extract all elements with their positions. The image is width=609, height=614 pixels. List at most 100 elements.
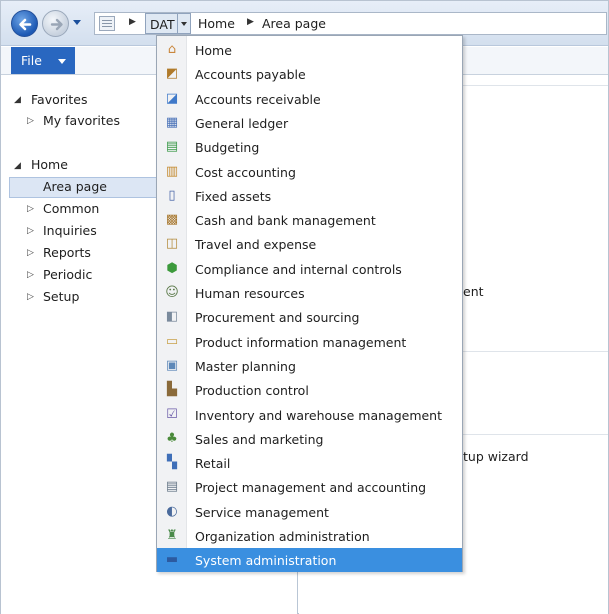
menu-item-home[interactable]: ⌂ Home: [157, 38, 462, 62]
menu-item-master-planning[interactable]: ▣ Master planning: [157, 354, 462, 378]
menu-item-label: Home: [195, 43, 232, 58]
company-dropdown-button[interactable]: [177, 13, 191, 34]
menu-item-travel-and-expense[interactable]: ◫ Travel and expense: [157, 232, 462, 256]
expand-icon[interactable]: ▷: [27, 226, 34, 236]
expand-icon[interactable]: ▷: [27, 248, 34, 258]
application-window: ▶ DAT Home ▶ Area page File ◢ Favorites …: [0, 0, 609, 614]
chevron-right-icon: ▶: [129, 17, 136, 27]
menu-item-label: Cash and bank management: [195, 213, 376, 229]
tree-common[interactable]: Common: [43, 201, 99, 216]
tree-periodic[interactable]: Periodic: [43, 267, 92, 282]
expand-icon[interactable]: ▷: [27, 116, 34, 126]
back-button[interactable]: [11, 10, 38, 37]
menu-item-accounts-receivable[interactable]: ◪ Accounts receivable: [157, 87, 462, 111]
menu-item-label: Retail: [195, 456, 231, 472]
payable-icon: ◩: [165, 66, 179, 82]
tree-area-page[interactable]: Area page: [43, 179, 107, 194]
menu-item-compliance-and-internal-controls[interactable]: ⬢ Compliance and internal controls: [157, 257, 462, 281]
menu-item-label: Human resources: [195, 286, 305, 301]
menu-item-service-management[interactable]: ◐ Service management: [157, 500, 462, 524]
collapse-icon[interactable]: ◢: [14, 161, 21, 171]
menu-item-label: Budgeting: [195, 140, 260, 156]
procurement-icon: ◧: [165, 309, 179, 325]
menu-item-label: System administration: [195, 553, 337, 569]
arrow-right-icon: [50, 18, 63, 31]
forward-button[interactable]: [42, 10, 69, 37]
menu-item-label: Organization administration: [195, 529, 370, 544]
setup-wizard-link-partial[interactable]: tup wizard: [463, 449, 529, 464]
menu-item-project-management-and-accounting[interactable]: ▤ Project management and accounting: [157, 475, 462, 499]
history-dropdown-icon[interactable]: [73, 20, 81, 25]
project-icon: ▤: [165, 479, 179, 495]
house-icon: ⌂: [167, 42, 177, 57]
receivable-icon: ◪: [165, 90, 179, 106]
inventory-icon: ☑: [166, 406, 178, 422]
compliance-icon: ⬢: [166, 260, 178, 276]
org-admin-icon: ♜: [166, 528, 178, 543]
menu-item-label: General ledger: [195, 115, 289, 131]
breadcrumb-home[interactable]: Home: [198, 16, 235, 31]
breadcrumb-company[interactable]: DAT: [145, 13, 180, 34]
service-icon: ◐: [166, 503, 178, 519]
file-menu-button[interactable]: File: [11, 47, 75, 74]
menu-item-cash-and-bank-management[interactable]: ▩ Cash and bank management: [157, 208, 462, 232]
cost-icon: ▥: [165, 163, 179, 179]
cash-bank-icon: ▩: [165, 212, 179, 228]
tree-home[interactable]: Home: [31, 157, 68, 172]
menu-item-label: Procurement and sourcing: [195, 310, 360, 326]
menu-item-system-administration[interactable]: ▬ System administration: [157, 548, 462, 573]
menu-item-label: Sales and marketing: [195, 431, 324, 447]
menu-item-label: Accounts receivable: [195, 91, 321, 107]
menu-item-label: Service management: [195, 504, 329, 520]
tree-inquiries[interactable]: Inquiries: [43, 223, 97, 238]
tree-my-favorites[interactable]: My favorites: [43, 113, 120, 128]
chevron-right-icon: ▶: [247, 17, 254, 27]
menu-item-label: Travel and expense: [195, 237, 317, 253]
tree-favorites[interactable]: Favorites: [31, 92, 87, 107]
menu-item-label: Fixed assets: [195, 188, 272, 204]
menu-item-label: Production control: [195, 383, 309, 399]
menu-item-production-control[interactable]: ▙ Production control: [157, 378, 462, 402]
menu-item-budgeting[interactable]: ▤ Budgeting: [157, 135, 462, 159]
menu-item-retail[interactable]: ▚ Retail: [157, 451, 462, 475]
menu-item-label: Inventory and warehouse management: [195, 407, 443, 423]
menu-item-inventory-and-warehouse-management[interactable]: ☑ Inventory and warehouse management: [157, 403, 462, 427]
menu-item-label: Product information management: [195, 334, 407, 350]
expand-icon[interactable]: ▷: [27, 270, 34, 280]
collapse-icon[interactable]: ◢: [14, 95, 21, 105]
sales-icon: ♣: [166, 430, 178, 446]
menu-item-product-information-management[interactable]: ▭ Product information management: [157, 330, 462, 354]
menu-item-cost-accounting[interactable]: ▥ Cost accounting: [157, 160, 462, 184]
menu-item-general-ledger[interactable]: ▦ General ledger: [157, 111, 462, 135]
menu-item-accounts-payable[interactable]: ◩ Accounts payable: [157, 62, 462, 86]
menu-item-label: Compliance and internal controls: [195, 261, 402, 277]
master-planning-icon: ▣: [165, 357, 179, 373]
tree-setup[interactable]: Setup: [43, 289, 79, 304]
expand-icon[interactable]: ▷: [27, 204, 34, 214]
menu-item-sales-and-marketing[interactable]: ♣ Sales and marketing: [157, 427, 462, 451]
menu-item-fixed-assets[interactable]: ▯ Fixed assets: [157, 184, 462, 208]
retail-icon: ▚: [167, 455, 177, 471]
ledger-icon: ▦: [165, 114, 179, 130]
product-info-icon: ▭: [165, 333, 179, 349]
breadcrumb: ▶ DAT Home ▶ Area page: [94, 12, 607, 35]
arrow-left-icon: [19, 18, 32, 31]
menu-item-procurement-and-sourcing[interactable]: ◧ Procurement and sourcing: [157, 305, 462, 329]
tree-reports[interactable]: Reports: [43, 245, 91, 260]
menu-item-label: Master planning: [195, 358, 296, 374]
page-view-icon[interactable]: [99, 16, 115, 31]
menu-item-label: Cost accounting: [195, 164, 296, 180]
menu-item-label: Accounts payable: [195, 67, 306, 83]
human-resources-icon: ☺: [165, 285, 179, 300]
breadcrumb-area-page[interactable]: Area page: [262, 16, 326, 31]
menu-item-human-resources[interactable]: ☺ Human resources: [157, 281, 462, 305]
module-dropdown-menu: ⌂ Home ◩ Accounts payable ◪ Accounts receivab…: [156, 35, 463, 573]
travel-expense-icon: ◫: [165, 236, 179, 252]
fixed-assets-icon: ▯: [168, 187, 176, 203]
menu-item-organization-administration[interactable]: ♜ Organization administration: [157, 524, 462, 548]
system-admin-icon: ▬: [165, 552, 179, 568]
production-icon: ▙: [167, 382, 177, 398]
content-link-partial[interactable]: ent: [463, 284, 484, 299]
expand-icon[interactable]: ▷: [27, 292, 34, 302]
budget-icon: ▤: [165, 139, 179, 155]
